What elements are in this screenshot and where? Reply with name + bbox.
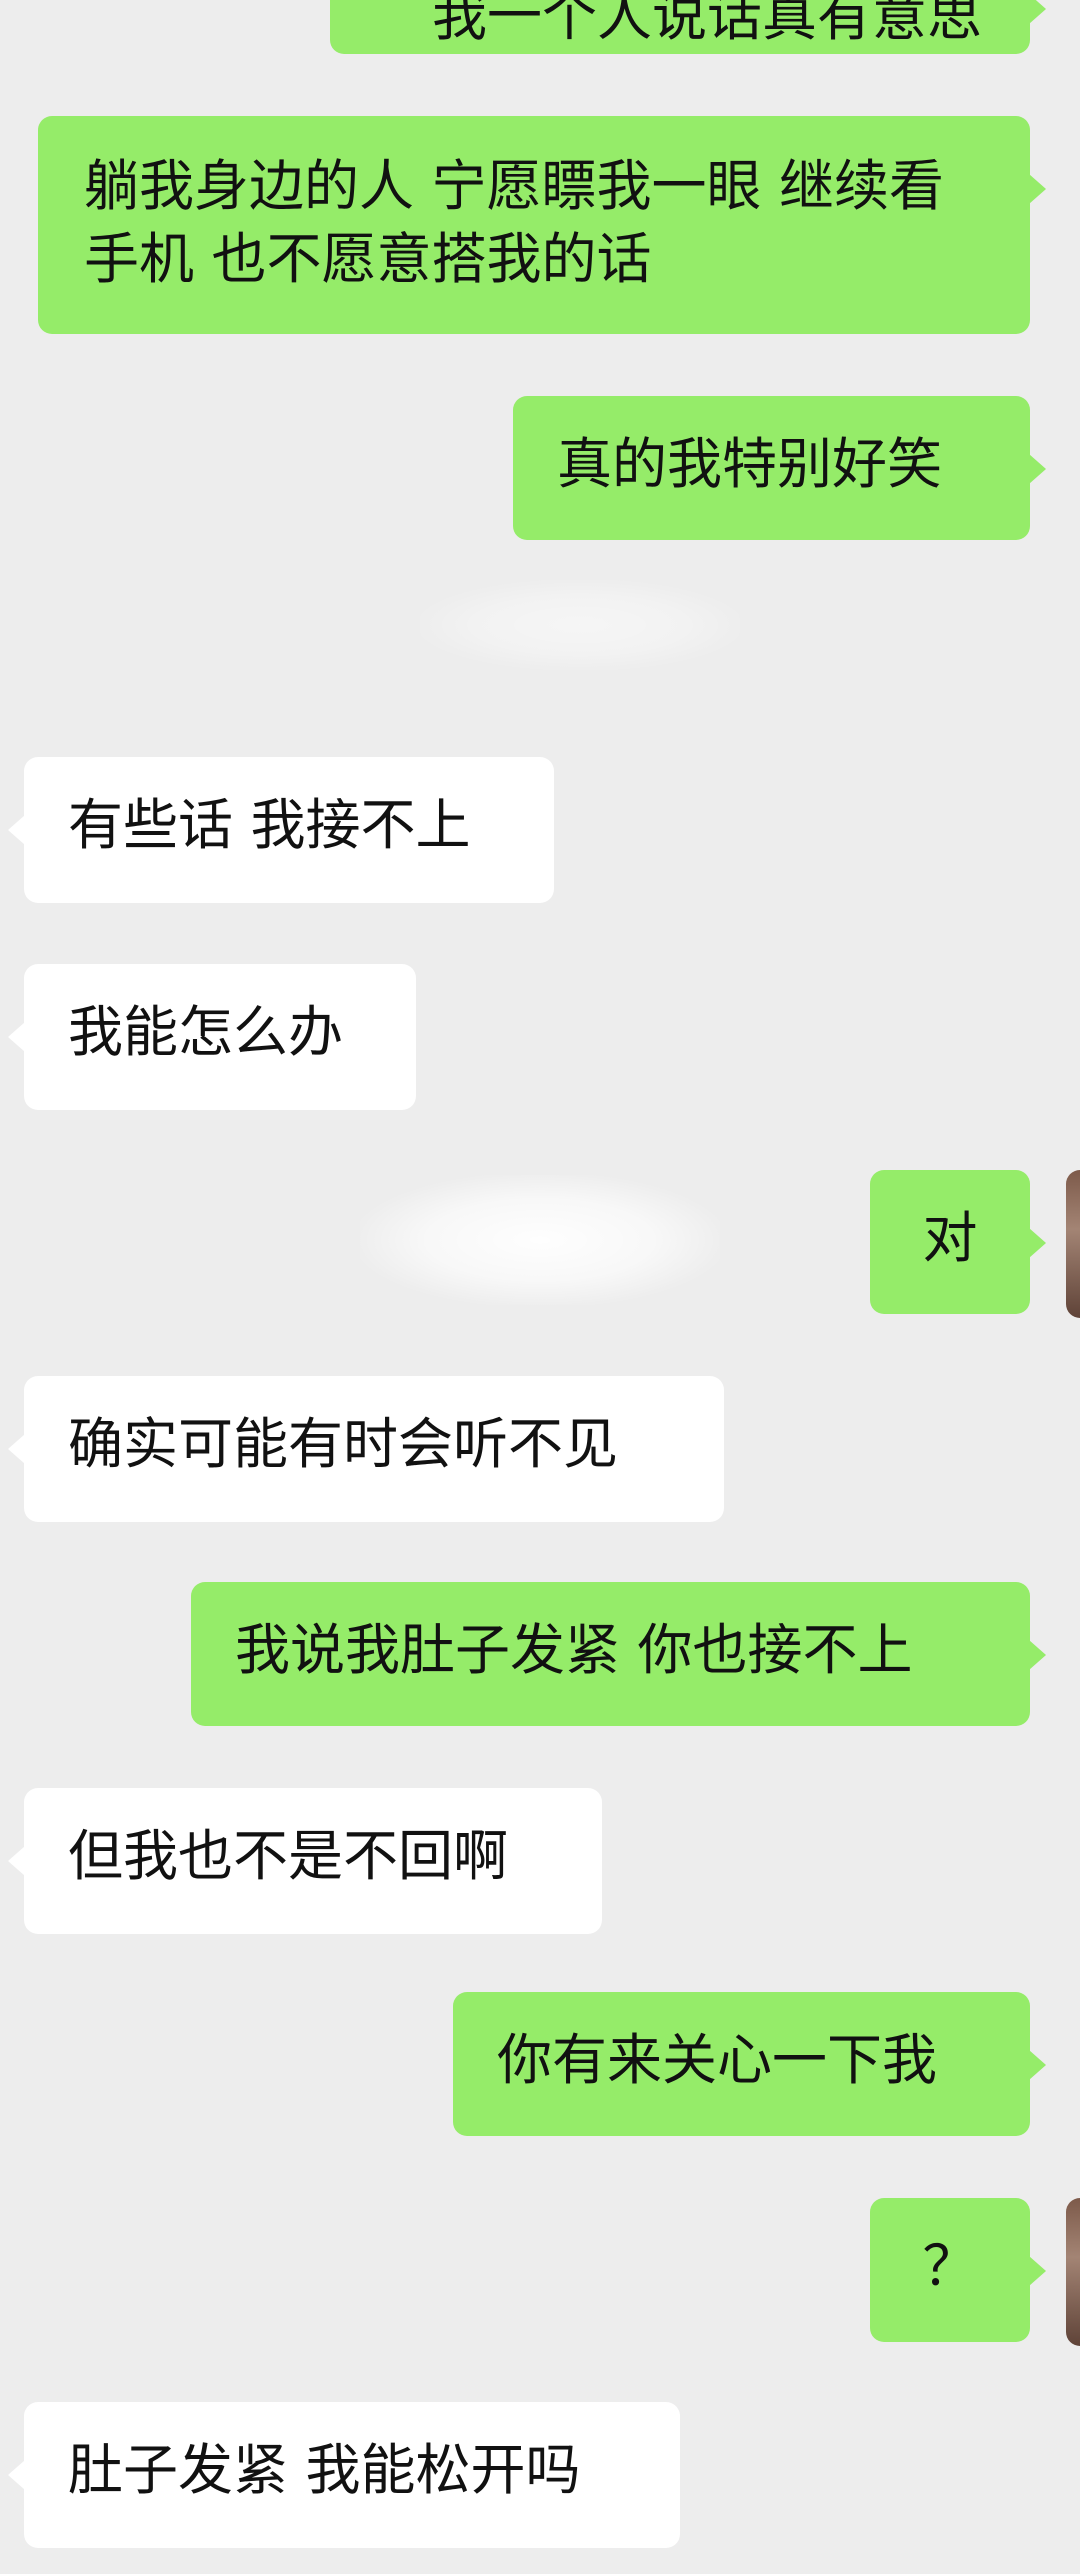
message-text: 对 <box>922 1206 978 1270</box>
message-text: 躺我身边的人 宁愿瞟我一眼 继续看手机 也不愿意搭我的话 <box>84 154 944 291</box>
outgoing-message-bubble[interactable]: 对 <box>870 1170 1046 1314</box>
incoming-message-bubble[interactable]: 确实可能有时会听不见 <box>8 1376 724 1522</box>
incoming-message-bubble[interactable]: 我能怎么办 <box>8 964 416 1110</box>
outgoing-message-bubble[interactable]: ？ <box>870 2198 1046 2342</box>
message-text: 我能怎么办 <box>68 1000 344 1064</box>
incoming-message-bubble[interactable]: 肚子发紧 我能松开吗 <box>8 2402 680 2548</box>
message-text: 我说我肚子发紧 你也接不上 <box>235 1618 913 1682</box>
chat-message-list[interactable]: 我一个人说话真有意思 躺我身边的人 宁愿瞟我一眼 继续看手机 也不愿意搭我的话 … <box>0 0 1080 2574</box>
outgoing-message-bubble[interactable]: 真的我特别好笑 <box>513 396 1046 540</box>
message-text: 肚子发紧 我能松开吗 <box>68 2438 581 2502</box>
avatar[interactable] <box>1066 1170 1080 1318</box>
message-text: 但我也不是不回啊 <box>68 1824 509 1888</box>
message-text: 真的我特别好笑 <box>557 432 943 496</box>
incoming-message-bubble[interactable]: 有些话 我接不上 <box>8 757 554 903</box>
outgoing-message-bubble[interactable]: 你有来关心一下我 <box>453 1992 1046 2136</box>
message-text: 你有来关心一下我 <box>497 2028 938 2092</box>
avatar[interactable] <box>1066 2198 1080 2346</box>
message-text: ？ <box>922 2234 978 2298</box>
incoming-message-bubble[interactable]: 但我也不是不回啊 <box>8 1788 602 1934</box>
blurred-timestamp <box>420 580 740 670</box>
message-text: 有些话 我接不上 <box>68 793 471 857</box>
message-text: 我一个人说话真有意思 <box>431 0 982 48</box>
outgoing-message-bubble[interactable]: 躺我身边的人 宁愿瞟我一眼 继续看手机 也不愿意搭我的话 <box>38 116 1046 334</box>
blurred-timestamp <box>360 1175 720 1305</box>
message-text: 确实可能有时会听不见 <box>68 1412 619 1476</box>
outgoing-message-bubble[interactable]: 我说我肚子发紧 你也接不上 <box>191 1582 1046 1726</box>
outgoing-message-bubble[interactable]: 我一个人说话真有意思 <box>330 0 1046 54</box>
